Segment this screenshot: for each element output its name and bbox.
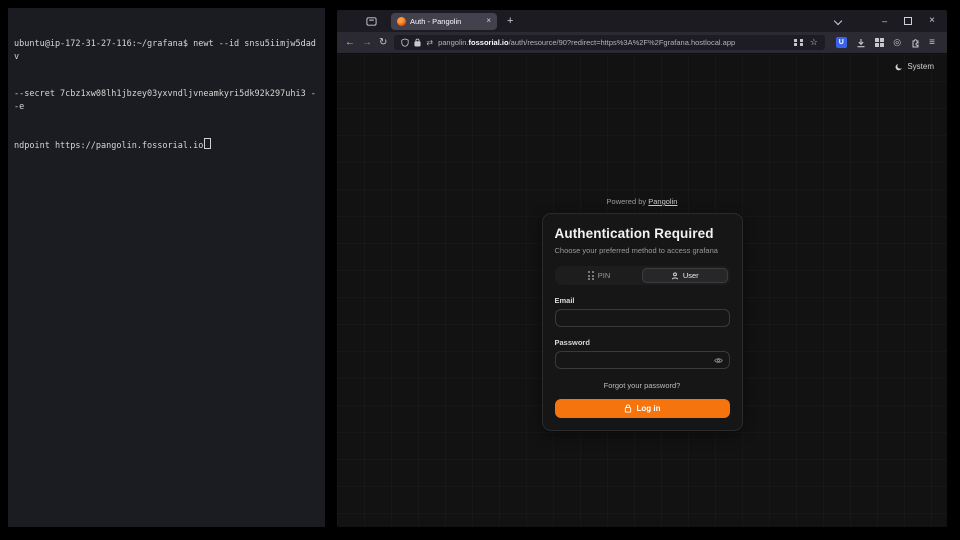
terminal-window[interactable]: ubuntu@ip-172-31-27-116:~/grafana$ newt … (8, 8, 325, 527)
terminal-line: ubuntu@ip-172-31-27-116:~/grafana$ newt … (14, 38, 319, 63)
auth-card: Authentication Required Choose your pref… (542, 213, 743, 431)
ublock-extension-icon[interactable]: U (836, 37, 847, 48)
powered-by: Powered by Pangolin (607, 197, 678, 206)
minimize-button[interactable]: – (882, 17, 887, 26)
pangolin-favicon (397, 17, 406, 26)
moon-icon (895, 63, 903, 71)
downloads-icon[interactable] (856, 38, 866, 48)
urlbar-actions: ☆ (794, 37, 818, 48)
pangolin-link[interactable]: Pangolin (648, 197, 677, 206)
keypad-icon (588, 271, 594, 280)
address-bar[interactable]: ⇄ pangolin.fossorial.io/auth/resource/90… (394, 35, 824, 50)
terminal-line: ndpoint https://pangolin.fossorial.io (14, 138, 319, 153)
card-title: Authentication Required (555, 226, 730, 241)
login-button[interactable]: Log in (555, 399, 730, 418)
tab-auth-pangolin[interactable]: Auth - Pangolin × (391, 13, 497, 30)
email-input[interactable] (562, 314, 723, 323)
user-icon (671, 272, 679, 280)
url-text[interactable]: pangolin.fossorial.io/auth/resource/90?r… (438, 38, 789, 47)
password-label: Password (555, 338, 730, 347)
extensions-puzzle-icon[interactable] (910, 38, 920, 48)
browser-window: Auth - Pangolin × + – × ← → ↻ ⇄ pangolin… (337, 10, 947, 527)
close-window-button[interactable]: × (929, 16, 935, 26)
page-actions-grid-icon[interactable] (794, 39, 804, 47)
theme-label: System (907, 62, 934, 71)
maximize-button[interactable] (904, 17, 912, 25)
page-content: System Powered by Pangolin Authenticatio… (337, 54, 947, 527)
tab-title: Auth - Pangolin (410, 17, 482, 26)
forgot-password-link[interactable]: Forgot your password? (555, 381, 730, 390)
bookmark-star-icon[interactable]: ☆ (810, 37, 818, 48)
firefox-view-icon[interactable] (361, 13, 381, 29)
tab-bar: Auth - Pangolin × + – × (337, 10, 947, 32)
auth-section: Powered by Pangolin Authentication Requi… (337, 197, 947, 431)
password-field-box (555, 351, 730, 369)
extension-icons: U ◎ ≡ (832, 37, 939, 48)
terminal-cursor (204, 138, 211, 149)
window-controls: – × (835, 16, 941, 26)
terminal-line: --secret 7cbz1xw08lh1jbzey03yxvndljvneam… (14, 88, 319, 113)
tab-pin[interactable]: PIN (557, 268, 643, 283)
browser-toolbar: ← → ↻ ⇄ pangolin.fossorial.io/auth/resou… (337, 32, 947, 54)
lock-icon[interactable] (414, 38, 421, 47)
hamburger-menu-icon[interactable]: ≡ (929, 37, 935, 48)
record-circle-extension-icon[interactable]: ◎ (893, 37, 901, 48)
reload-button[interactable]: ↻ (379, 38, 387, 48)
card-subtitle: Choose your preferred method to access g… (555, 246, 730, 255)
email-label: Email (555, 296, 730, 305)
shield-icon[interactable] (401, 38, 409, 47)
email-field-box (555, 309, 730, 327)
account-grid-icon[interactable] (875, 38, 885, 48)
show-password-eye-icon[interactable] (714, 357, 723, 364)
tab-user[interactable]: User (642, 268, 728, 283)
forward-button[interactable]: → (362, 38, 372, 48)
new-tab-button[interactable]: + (507, 16, 513, 27)
auth-method-tabs: PIN User (555, 266, 730, 285)
tab-close-icon[interactable]: × (486, 17, 491, 25)
login-lock-icon (624, 404, 632, 413)
theme-toggle[interactable]: System (895, 62, 934, 71)
container-swap-icon[interactable]: ⇄ (426, 38, 433, 47)
list-tabs-chevron-icon[interactable] (834, 17, 842, 25)
back-button[interactable]: ← (345, 38, 355, 48)
password-input[interactable] (562, 356, 714, 365)
